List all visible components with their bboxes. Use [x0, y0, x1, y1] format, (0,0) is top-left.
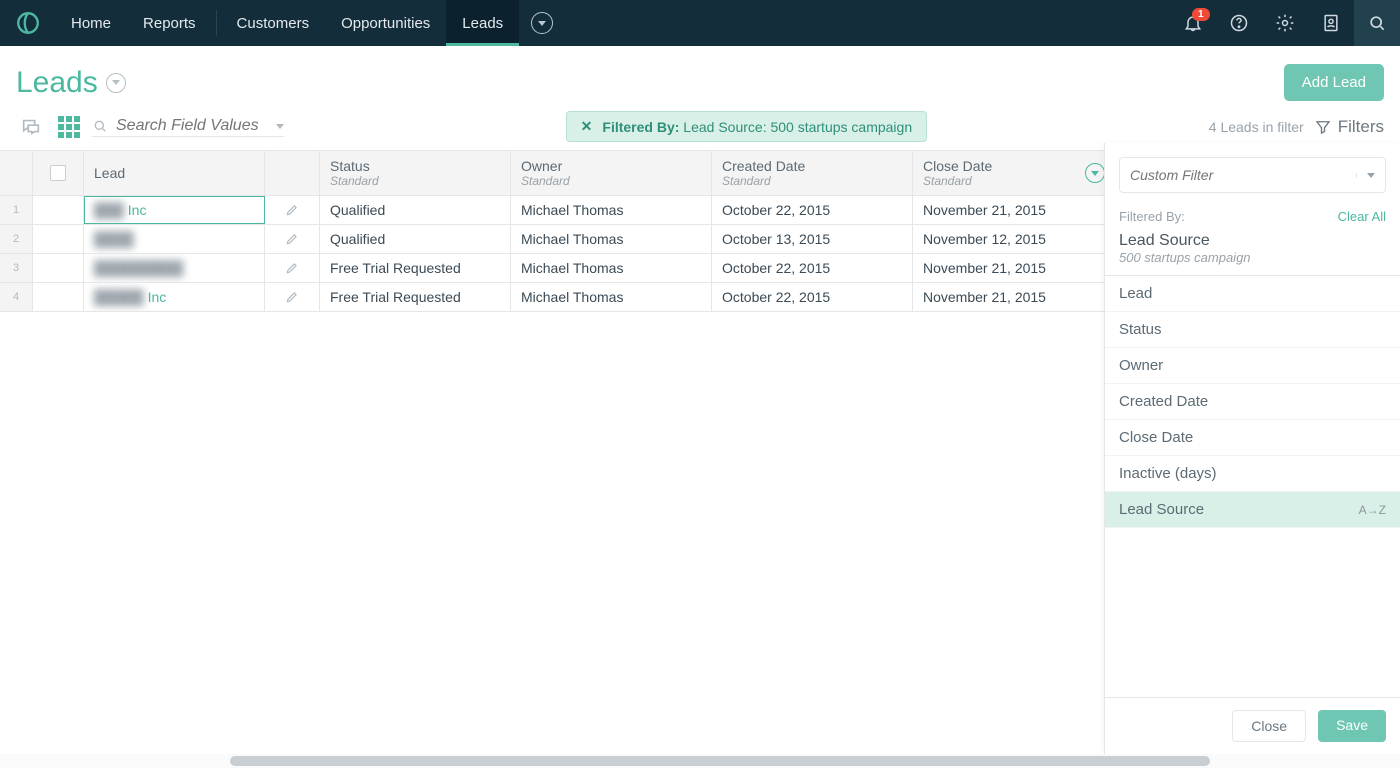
active-filter-pill: ✕ Filtered By: Lead Source: 500 startups… — [566, 111, 927, 142]
nav-leads[interactable]: Leads — [446, 0, 519, 46]
notification-badge: 1 — [1192, 8, 1210, 21]
notifications-icon[interactable]: 1 — [1170, 0, 1216, 46]
app-logo[interactable] — [0, 0, 55, 46]
search-chevron-icon[interactable] — [276, 124, 284, 129]
filter-pill-value: Lead Source: 500 startups campaign — [683, 119, 912, 135]
top-nav: HomeReportsCustomersOpportunitiesLeads 1 — [0, 0, 1400, 46]
cell-close: November 21, 2015 — [913, 196, 1114, 224]
custom-filter-input[interactable] — [1120, 167, 1356, 183]
row-checkbox-cell — [33, 196, 84, 224]
cell-created: October 22, 2015 — [712, 196, 913, 224]
search-field[interactable] — [92, 116, 284, 137]
cell-owner: Michael Thomas — [511, 196, 712, 224]
horizontal-scrollbar[interactable] — [0, 754, 1400, 768]
filters-panel: Filtered By: Clear All Lead Source 500 s… — [1104, 143, 1400, 754]
cell-status: Qualified — [320, 196, 511, 224]
clear-all-button[interactable]: Clear All — [1338, 209, 1386, 224]
sort-badge: A→Z — [1359, 503, 1386, 517]
active-filter-field: Lead Source — [1119, 232, 1386, 250]
row-number: 2 — [0, 225, 33, 253]
custom-filter-chevron-icon[interactable] — [1356, 173, 1385, 178]
filter-pill-prefix: Filtered By: — [602, 119, 679, 135]
active-filter[interactable]: Lead Source 500 startups campaign — [1105, 232, 1400, 276]
nav-more[interactable] — [519, 0, 565, 46]
search-input[interactable] — [114, 116, 268, 136]
filter-count: 4 Leads in filter — [1209, 119, 1304, 135]
header-checkbox — [33, 151, 84, 195]
column-created[interactable]: Created DateStandard — [712, 151, 913, 195]
column-sort-icon[interactable] — [1085, 163, 1105, 183]
contact-icon[interactable] — [1308, 0, 1354, 46]
edit-row-icon[interactable] — [265, 283, 320, 311]
header-row-number — [0, 151, 33, 195]
cell-created: October 22, 2015 — [712, 283, 913, 311]
nav-customers[interactable]: Customers — [221, 0, 326, 46]
column-close[interactable]: Close DateStandard — [913, 151, 1114, 195]
lead-name[interactable]: ███Inc — [84, 196, 265, 224]
cell-status: Free Trial Requested — [320, 283, 511, 311]
close-button[interactable]: Close — [1232, 710, 1306, 742]
select-all-checkbox[interactable] — [50, 165, 66, 181]
cell-owner: Michael Thomas — [511, 283, 712, 311]
row-checkbox-cell — [33, 254, 84, 282]
filter-field-inactive-days-[interactable]: Inactive (days) — [1105, 456, 1400, 492]
row-checkbox-cell — [33, 225, 84, 253]
cell-close: November 12, 2015 — [913, 225, 1114, 253]
filtered-by-label: Filtered By: — [1119, 209, 1185, 224]
column-lead[interactable]: Lead — [84, 151, 265, 195]
custom-filter-select[interactable] — [1119, 157, 1386, 193]
row-number: 4 — [0, 283, 33, 311]
filter-field-lead-source[interactable]: Lead SourceA→Z — [1105, 492, 1400, 528]
filter-field-owner[interactable]: Owner — [1105, 348, 1400, 384]
row-checkbox-cell — [33, 283, 84, 311]
settings-icon[interactable] — [1262, 0, 1308, 46]
filter-field-status[interactable]: Status — [1105, 312, 1400, 348]
page-title: Leads — [16, 66, 126, 100]
active-filter-value: 500 startups campaign — [1119, 250, 1386, 265]
page-title-text: Leads — [16, 66, 98, 100]
filter-fields-list: LeadStatusOwnerCreated DateClose DateIna… — [1105, 276, 1400, 697]
title-chevron-icon[interactable] — [106, 73, 126, 93]
page-header: Leads Add Lead — [0, 46, 1400, 111]
apps-icon[interactable] — [54, 114, 84, 140]
column-edit — [265, 151, 320, 195]
nav-reports[interactable]: Reports — [127, 0, 212, 46]
row-number: 3 — [0, 254, 33, 282]
save-button[interactable]: Save — [1318, 710, 1386, 742]
lead-name[interactable]: █████Inc — [84, 283, 265, 311]
column-status[interactable]: StatusStandard — [320, 151, 511, 195]
cell-created: October 13, 2015 — [712, 225, 913, 253]
nav-opportunities[interactable]: Opportunities — [325, 0, 446, 46]
cell-close: November 21, 2015 — [913, 254, 1114, 282]
cell-close: November 21, 2015 — [913, 283, 1114, 311]
filter-field-created-date[interactable]: Created Date — [1105, 384, 1400, 420]
add-lead-button[interactable]: Add Lead — [1284, 64, 1384, 101]
filters-toggle[interactable]: Filters — [1314, 117, 1384, 137]
help-icon[interactable] — [1216, 0, 1262, 46]
clear-filter-icon[interactable]: ✕ — [581, 118, 593, 135]
nav-home[interactable]: Home — [55, 0, 127, 46]
column-owner[interactable]: OwnerStandard — [511, 151, 712, 195]
edit-row-icon[interactable] — [265, 254, 320, 282]
edit-row-icon[interactable] — [265, 225, 320, 253]
filter-field-lead[interactable]: Lead — [1105, 276, 1400, 312]
cell-owner: Michael Thomas — [511, 225, 712, 253]
edit-row-icon[interactable] — [265, 196, 320, 224]
cell-created: October 22, 2015 — [712, 254, 913, 282]
filters-label: Filters — [1338, 117, 1384, 137]
lead-name[interactable]: ████ — [84, 225, 265, 253]
lead-name[interactable]: █████████ — [84, 254, 265, 282]
comments-icon[interactable] — [16, 114, 46, 140]
search-icon[interactable] — [1354, 0, 1400, 46]
cell-status: Free Trial Requested — [320, 254, 511, 282]
cell-status: Qualified — [320, 225, 511, 253]
cell-owner: Michael Thomas — [511, 254, 712, 282]
filter-field-close-date[interactable]: Close Date — [1105, 420, 1400, 456]
row-number: 1 — [0, 196, 33, 224]
